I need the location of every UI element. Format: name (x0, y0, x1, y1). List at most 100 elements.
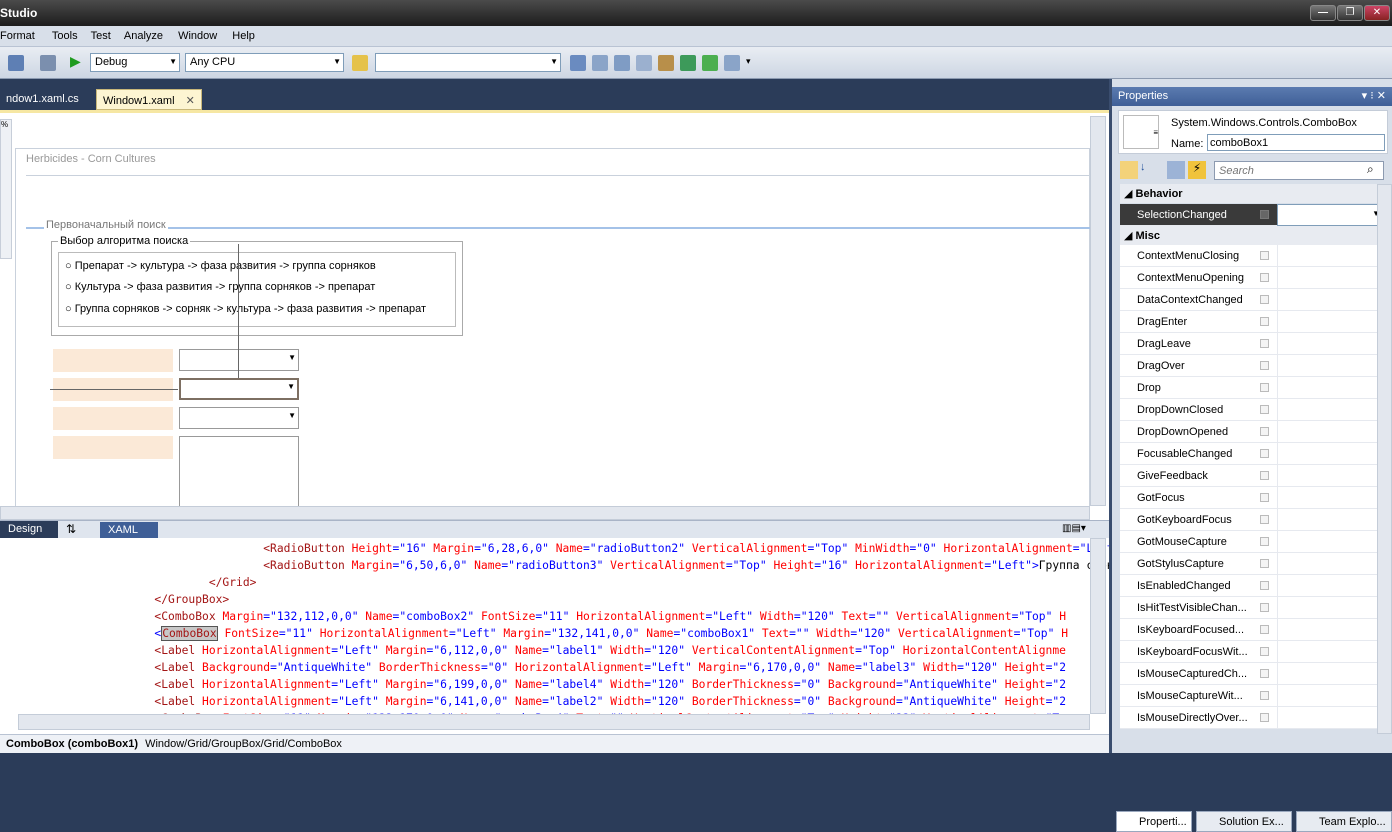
panel-window-buttons[interactable]: ▾ ⁝ ✕ (1362, 89, 1386, 102)
editor-horizontal-scrollbar[interactable] (18, 714, 1090, 730)
zoom-slider[interactable]: % (0, 119, 12, 259)
event-row[interactable]: GiveFeedback (1120, 465, 1383, 487)
tab-solution-explorer[interactable]: Solution Ex... (1196, 811, 1292, 832)
code-line[interactable]: <Label HorizontalAlignment="Left" Margin… (100, 693, 1066, 710)
event-row[interactable]: IsKeyboardFocusWit... (1120, 641, 1383, 663)
toolbar-overflow-icon[interactable]: ▾ (746, 56, 751, 67)
code-line[interactable]: <RadioButton Margin="6,50,6,0" Name="rad… (100, 557, 1109, 574)
event-row[interactable]: DropDownClosed (1120, 399, 1383, 421)
search-icon[interactable]: ⌕ (1367, 162, 1374, 177)
event-row[interactable]: GotFocus (1120, 487, 1383, 509)
properties-scrollbar[interactable] (1377, 184, 1392, 734)
event-row[interactable]: IsKeyboardFocused... (1120, 619, 1383, 641)
event-row[interactable]: ContextMenuClosing (1120, 245, 1383, 267)
navigate-back-icon[interactable] (8, 55, 24, 71)
label3[interactable] (53, 407, 173, 430)
window-preview[interactable]: Herbicides - Corn Cultures Первоначальны… (15, 148, 1090, 508)
event-row[interactable]: ContextMenuOpening (1120, 267, 1383, 289)
event-row[interactable]: IsMouseDirectlyOver... (1120, 707, 1383, 729)
selected-element[interactable]: ComboBox (comboBox1) (6, 738, 138, 750)
solution-explorer-icon[interactable] (570, 55, 586, 71)
object-browser-icon[interactable] (614, 55, 630, 71)
code-line[interactable]: <Label HorizontalAlignment="Left" Margin… (100, 676, 1066, 693)
view-splitter[interactable]: Design ⇅ XAML ▥▤▾ (0, 520, 1109, 539)
tab-window1-xaml-cs[interactable]: ndow1.xaml.cs (0, 89, 85, 110)
code-line[interactable]: <ComboBox Margin="132,112,0,0" Name="com… (100, 608, 1066, 625)
editor-vertical-scrollbar[interactable] (1090, 538, 1106, 714)
event-row[interactable]: DragEnter (1120, 311, 1383, 333)
radio-button-2[interactable]: ○ Культура -> фаза развития -> группа со… (65, 281, 375, 293)
event-row[interactable]: DropDownOpened (1120, 421, 1383, 443)
class-view-icon[interactable] (680, 55, 696, 71)
menu-window[interactable]: Window (172, 26, 223, 42)
event-row[interactable]: GotKeyboardFocus (1120, 509, 1383, 531)
tab-design[interactable]: Design (0, 521, 58, 538)
event-row[interactable]: Drop (1120, 377, 1383, 399)
tab-window1-xaml[interactable]: Window1.xaml ✕ (96, 89, 202, 110)
menu-tools[interactable]: Tools (44, 26, 84, 42)
events-tab-icon[interactable]: ⚡ (1188, 161, 1206, 179)
tab-properties[interactable]: Properti... (1116, 811, 1192, 832)
properties-icon[interactable] (592, 55, 608, 71)
minimize-button[interactable]: — (1310, 5, 1336, 21)
menu-help[interactable]: Help (226, 26, 261, 42)
event-row[interactable]: IsHitTestVisibleChan... (1120, 597, 1383, 619)
tools-icon[interactable] (658, 55, 674, 71)
event-row[interactable]: IsMouseCaptureWit... (1120, 685, 1383, 707)
command-window-icon[interactable] (724, 55, 740, 71)
tab-team-explorer[interactable]: Team Explo... (1296, 811, 1392, 832)
element-path[interactable]: Window/Grid/GroupBox/Grid/ComboBox (145, 738, 342, 750)
close-button[interactable]: ✕ (1364, 5, 1390, 21)
name-input[interactable] (1207, 134, 1385, 151)
event-row[interactable]: IsMouseCapturedCh... (1120, 663, 1383, 685)
event-row[interactable]: IsEnabledChanged (1120, 575, 1383, 597)
find-combo[interactable]: ▼ (375, 53, 561, 72)
code-line[interactable]: <RadioButton Height="16" Margin="6,28,6,… (100, 540, 1109, 557)
xaml-editor[interactable]: <RadioButton Height="16" Margin="6,28,6,… (0, 538, 1109, 734)
designer-horizontal-scrollbar[interactable] (0, 506, 1090, 520)
properties-tab-icon[interactable] (1167, 161, 1185, 179)
menu-test[interactable]: Test (87, 26, 117, 42)
radio-button-3[interactable]: ○ Группа сорняков -> сорняк -> культура … (65, 303, 426, 315)
combobox2[interactable]: ▼ (179, 349, 299, 371)
event-row-selectionchanged[interactable]: SelectionChanged ▼ (1120, 204, 1383, 226)
listbox[interactable] (179, 436, 299, 508)
tab-xaml[interactable]: XAML (100, 522, 158, 539)
navigate-forward-icon[interactable] (40, 55, 56, 71)
code-line[interactable]: <Label Background="AntiqueWhite" BorderT… (100, 659, 1066, 676)
event-row[interactable]: GotStylusCapture (1120, 553, 1383, 575)
tab-close-icon[interactable]: ✕ (186, 95, 195, 107)
find-in-files-icon[interactable] (352, 55, 368, 71)
label4[interactable] (53, 436, 173, 459)
event-row[interactable]: GotMouseCapture (1120, 531, 1383, 553)
menu-format[interactable]: Format (0, 26, 41, 42)
label1[interactable] (53, 349, 173, 372)
property-search-input[interactable] (1214, 161, 1384, 180)
categorized-icon[interactable] (1120, 161, 1138, 179)
restore-button[interactable]: ❐ (1337, 5, 1363, 21)
start-debugging-icon[interactable]: ▶ (70, 53, 81, 70)
code-line[interactable]: <Label HorizontalAlignment="Left" Margin… (100, 642, 1066, 659)
designer-vertical-scrollbar[interactable] (1090, 116, 1106, 506)
event-handler-combo[interactable]: ▼ (1277, 204, 1383, 226)
event-row[interactable]: DragOver (1120, 355, 1383, 377)
swap-panes-icon[interactable]: ⇅ (66, 522, 76, 536)
alphabetical-icon[interactable]: ↓ (1140, 161, 1158, 179)
category-behavior[interactable]: ◢ Behavior (1120, 184, 1383, 203)
menu-analyze[interactable]: Analyze (120, 26, 169, 42)
split-mode-icons[interactable]: ▥▤▾ (1062, 523, 1102, 536)
configuration-select[interactable]: Debug ▼ (90, 53, 180, 72)
platform-select[interactable]: Any CPU ▼ (185, 53, 344, 72)
groupbox-search-algorithm[interactable]: Выбор алгоритма поиска ○ Препарат -> кул… (51, 235, 463, 336)
event-row[interactable]: DataContextChanged (1120, 289, 1383, 311)
toolbox-icon[interactable] (636, 55, 652, 71)
combobox3[interactable]: ▼ (179, 407, 299, 429)
event-row[interactable]: FocusableChanged (1120, 443, 1383, 465)
event-row[interactable]: DragLeave (1120, 333, 1383, 355)
code-line[interactable]: </GroupBox> (100, 591, 229, 608)
category-misc[interactable]: ◢ Misc (1120, 226, 1383, 245)
combobox1-selected[interactable]: ▼ (179, 378, 299, 400)
radio-button-1[interactable]: ○ Препарат -> культура -> фаза развития … (65, 260, 376, 272)
code-line[interactable]: </Grid> (100, 574, 257, 591)
code-line[interactable]: <ComboBox FontSize="11" HorizontalAlignm… (100, 625, 1068, 642)
